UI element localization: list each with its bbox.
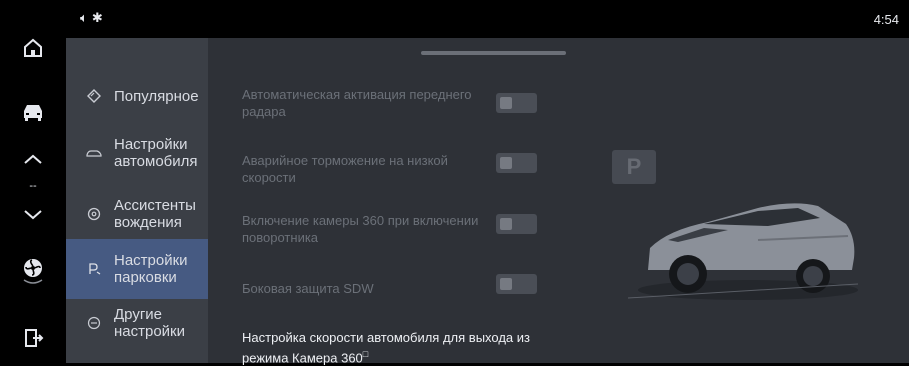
climate-button[interactable] [0,250,66,290]
car-icon [24,105,42,121]
menu-item-label: Популярное [114,87,199,105]
front-radar-toggle[interactable] [496,93,537,113]
exit-button[interactable] [0,318,66,358]
setting-label: Автоматическая активация переднего радар… [242,87,472,119]
status-bar: 🔈︎✱ 4:54 [66,0,909,38]
scroll-down-button[interactable] [0,200,66,230]
menu-item-label: Настройки парковки [114,252,188,286]
fan-icon [23,259,43,284]
speed-setting-label: Настройка скорости автомобиля для выхода… [242,330,530,366]
car-illustration [627,203,859,300]
menu-item-driving-assistants[interactable]: Ассистенты вождения [66,184,208,244]
rail-divider: -- [29,180,37,192]
settings-panel: Популярное Настройки автомобиля Ассистен… [66,38,909,366]
steering-wheel-icon [74,207,114,221]
toggle-knob [500,97,512,109]
menu-item-other-settings[interactable]: Другие настройки [66,293,208,353]
menu-item-parking-settings[interactable]: Настройки парковки [66,239,208,299]
menu-item-label: Ассистенты вождения [114,197,196,231]
car-outline-icon [74,147,114,159]
menu-item-vehicle-settings[interactable]: Настройки автомобиля [66,123,208,183]
toggle-knob [500,278,512,290]
chevron-down-icon [24,210,42,220]
status-icons: 🔈︎✱ [80,10,107,26]
exit-icon [25,329,44,347]
toggle-knob [500,218,512,230]
camera360-exit-speed-setting[interactable]: Настройка скорости автомобиля для выхода… [242,330,562,366]
parking-settings-content: Автоматическая активация переднего радар… [208,38,909,366]
info-icon[interactable]: □ [363,349,368,359]
menu-item-label: Настройки автомобиля [114,136,198,170]
volume-icon: 🔈︎ [80,10,92,25]
more-icon [74,316,114,330]
left-rail: -- [0,0,66,363]
home-button[interactable] [0,28,66,68]
side-protection-sdw-toggle[interactable] [496,274,537,294]
menu-item-popular[interactable]: Популярное [66,66,208,126]
car-button[interactable] [0,92,66,132]
low-speed-braking-toggle[interactable] [496,153,537,173]
setting-label: Боковая защита SDW [242,281,374,296]
camera360-turn-signal-toggle[interactable] [496,214,537,234]
diamond-icon [74,89,114,103]
scroll-up-button[interactable] [0,144,66,174]
bluetooth-icon: ✱ [91,10,107,25]
menu-item-label: Другие настройки [114,306,186,340]
settings-menu: Популярное Настройки автомобиля Ассистен… [66,38,208,363]
clock: 4:54 [873,12,899,27]
panel-drag-handle[interactable] [421,51,566,55]
parking-icon [74,262,114,276]
chevron-up-icon [24,154,42,164]
home-icon [24,38,42,57]
toggle-knob [500,157,512,169]
setting-label: Включение камеры 360 при включении повор… [242,213,479,245]
setting-label: Аварийное торможение на низкой скорости [242,153,448,185]
